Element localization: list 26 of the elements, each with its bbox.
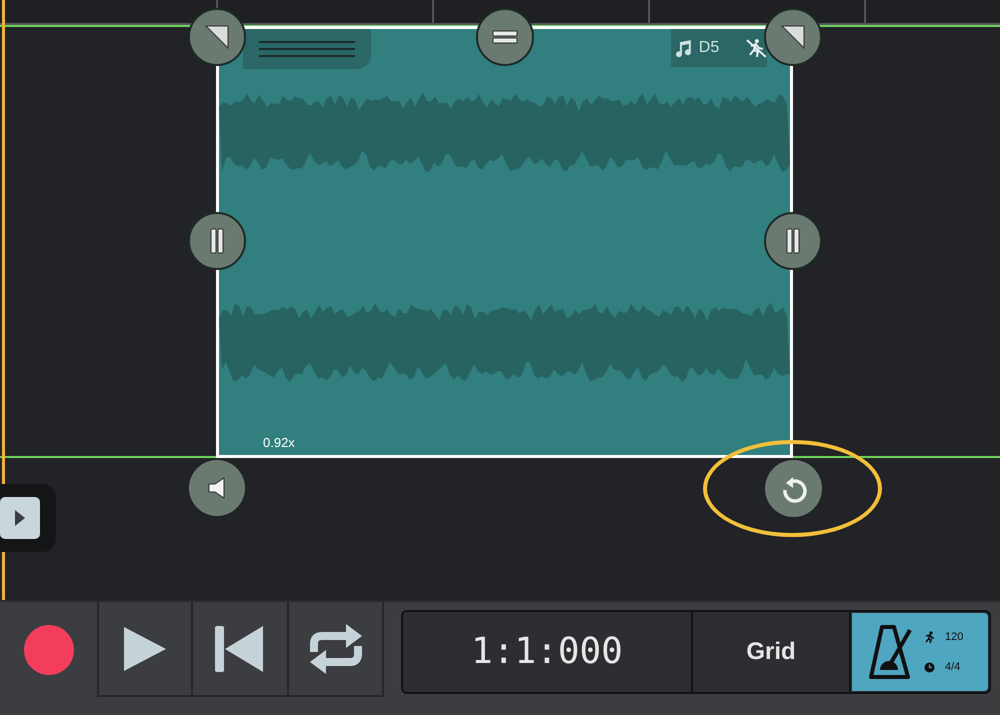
clip-handle-bar[interactable]	[243, 29, 371, 69]
running-figure-icon	[924, 630, 935, 643]
time-signature-label: 4/4	[945, 660, 960, 675]
corner-triangle-icon	[780, 24, 806, 50]
grip-icon	[786, 228, 800, 254]
metronome-icon	[868, 624, 914, 680]
clock-icon	[924, 662, 935, 673]
time-readout[interactable]: 1:1:000	[403, 612, 693, 692]
music-note-icon	[675, 39, 693, 57]
rewind-to-start-button[interactable]	[193, 602, 289, 697]
audio-clip[interactable]: D5 0.92x	[216, 26, 793, 458]
expand-panel-button[interactable]	[0, 497, 40, 539]
play-triangle-icon	[14, 509, 26, 527]
crossed-runner-icon[interactable]	[745, 38, 767, 58]
play-button[interactable]	[97, 602, 193, 697]
grip-icon	[492, 30, 518, 44]
corner-triangle-icon	[204, 24, 230, 50]
loop-button[interactable]	[289, 602, 384, 697]
speaker-icon	[208, 477, 226, 499]
speed-label: 0.92x	[263, 434, 295, 452]
metronome-button[interactable]: 120 4/4	[852, 613, 988, 691]
tempo-label: 120	[945, 630, 964, 644]
pitch-label: D5	[698, 38, 720, 58]
play-icon	[122, 624, 168, 672]
grip-icon	[210, 228, 224, 254]
skip-back-icon	[215, 626, 265, 672]
